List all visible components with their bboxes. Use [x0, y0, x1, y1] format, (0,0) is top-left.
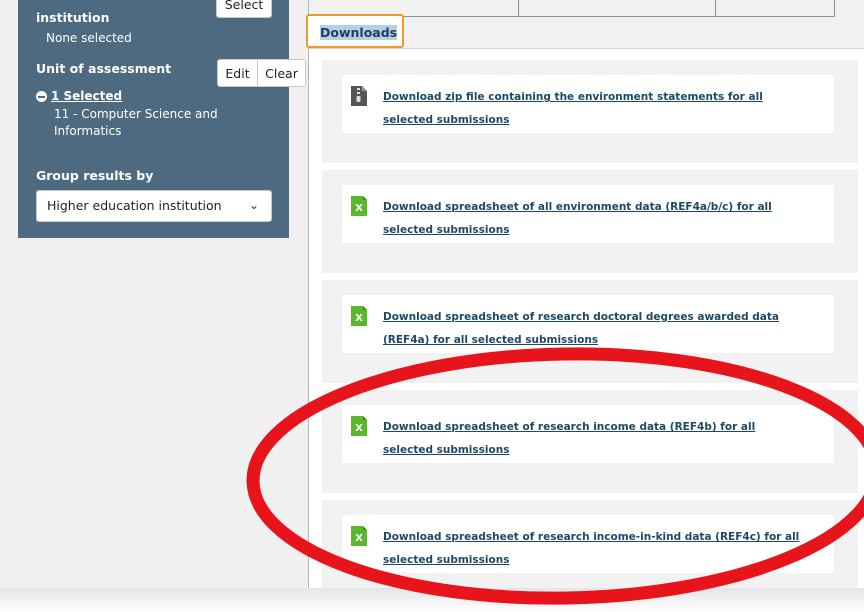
download-income-in-kind-link[interactable]: Download spreadsheet of research income-… [383, 526, 803, 572]
svg-text:X: X [355, 313, 363, 324]
svg-text:X: X [355, 533, 363, 544]
chevron-down-icon: ⌄ [248, 198, 259, 212]
minus-circle-icon [36, 90, 47, 102]
selected-count-text: 1 Selected [51, 89, 123, 103]
excel-file-icon: X [351, 416, 367, 436]
download-item: Download zip file containing the environ… [342, 75, 834, 133]
download-environment-data-link[interactable]: Download spreadsheet of all environment … [383, 196, 803, 242]
download-zip-link[interactable]: Download zip file containing the environ… [383, 86, 803, 132]
download-card: X Download spreadsheet of all environmen… [322, 170, 858, 273]
tab-downloads[interactable]: Downloads [306, 14, 404, 48]
filter-sidebar: institution None selected Select Unit of… [0, 0, 308, 600]
excel-file-icon: X [351, 196, 367, 216]
tab-separator [715, 0, 716, 16]
download-card: Download zip file containing the environ… [322, 60, 858, 163]
svg-text:X: X [355, 423, 363, 434]
selected-uoa-item: 11 - Computer Science and Informatics [54, 107, 218, 138]
group-results-select[interactable]: Higher education institution ⌄ [36, 190, 272, 222]
clear-uoa-button[interactable]: Clear [258, 59, 306, 87]
tab-separator [834, 0, 835, 16]
select-institution-button[interactable]: Select [216, 0, 272, 18]
unit-of-assessment-label: Unit of assessment [36, 61, 172, 76]
zip-file-icon [351, 86, 367, 106]
download-card: X Download spreadsheet of research incom… [322, 500, 858, 588]
download-item: X Download spreadsheet of research incom… [342, 515, 834, 573]
main-content: Downloads Download zip file containing t… [306, 0, 864, 600]
tab-bar: Downloads [306, 0, 864, 49]
bottom-shadow [0, 588, 864, 612]
excel-file-icon: X [351, 526, 367, 546]
tab-downloads-label: Downloads [320, 25, 398, 40]
institution-label: institution [36, 10, 110, 25]
group-results-label: Group results by [36, 168, 154, 183]
download-item: X Download spreadsheet of research incom… [342, 405, 834, 463]
excel-file-icon: X [351, 306, 367, 326]
group-results-value: Higher education institution [47, 198, 222, 213]
selected-count-link[interactable]: 1 Selected [36, 89, 122, 103]
download-research-income-link[interactable]: Download spreadsheet of research income … [383, 416, 803, 462]
svg-text:X: X [355, 203, 363, 214]
download-item: X Download spreadsheet of research docto… [342, 295, 834, 353]
filter-panel: institution None selected Select Unit of… [18, 0, 306, 238]
download-card: X Download spreadsheet of research docto… [322, 280, 858, 383]
institution-value: None selected [46, 31, 132, 45]
tab-separator [518, 0, 519, 16]
download-item: X Download spreadsheet of all environmen… [342, 185, 834, 243]
download-card: X Download spreadsheet of research incom… [322, 390, 858, 493]
download-doctoral-degrees-link[interactable]: Download spreadsheet of research doctora… [383, 306, 803, 352]
edit-uoa-button[interactable]: Edit [217, 59, 258, 87]
